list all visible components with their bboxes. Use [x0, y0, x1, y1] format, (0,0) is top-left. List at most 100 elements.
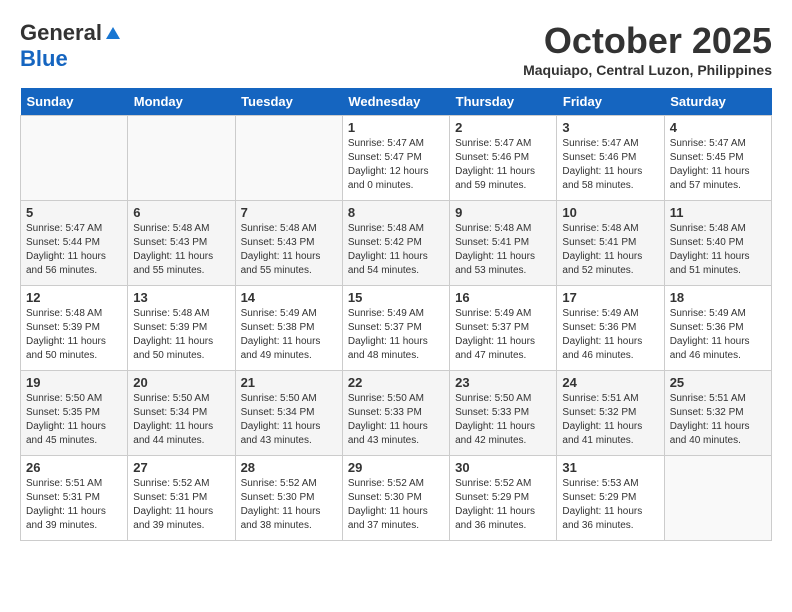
calendar-cell: 25Sunrise: 5:51 AM Sunset: 5:32 PM Dayli… [664, 371, 771, 456]
calendar-cell: 15 Sunrise: 5:49 AM Sunset: 5:37 PM Dayli… [342, 286, 449, 371]
logo-general: General [20, 20, 102, 46]
day-info: Sunrise: 5:52 AM Sunset: 5:30 PM Dayligh… [348, 477, 444, 533]
calendar-cell: 19 Sunrise: 5:50 AM Sunset: 5:35 PM Dayli… [21, 371, 128, 456]
calendar-cell: 1Sunrise: 5:47 AM Sunset: 5:47 PM Daylig… [342, 116, 449, 201]
day-info: Sunrise: 5:50 AM Sunset: 5:35 PM Dayligh… [26, 392, 122, 448]
location: Maquiapo, Central Luzon, Philippines [523, 62, 772, 78]
calendar-week-1: 1Sunrise: 5:47 AM Sunset: 5:47 PM Daylig… [21, 116, 772, 201]
calendar-cell [664, 456, 771, 541]
calendar-cell: 29 Sunrise: 5:52 AM Sunset: 5:30 PM Dayli… [342, 456, 449, 541]
calendar-cell: 12 Sunrise: 5:48 AM Sunset: 5:39 PM Dayli… [21, 286, 128, 371]
calendar-cell: 7Sunrise: 5:48 AM Sunset: 5:43 PM Daylig… [235, 201, 342, 286]
day-info: Sunrise: 5:48 AM Sunset: 5:43 PM Dayligh… [241, 222, 337, 278]
calendar-cell: 17 Sunrise: 5:49 AM Sunset: 5:36 PM Dayli… [557, 286, 664, 371]
calendar-cell: 27Sunrise: 5:52 AM Sunset: 5:31 PM Dayli… [128, 456, 235, 541]
logo: General Blue [20, 20, 122, 72]
calendar-cell: 2 Sunrise: 5:47 AM Sunset: 5:46 PM Daylig… [450, 116, 557, 201]
day-info: Sunrise: 5:50 AM Sunset: 5:33 PM Dayligh… [348, 392, 444, 448]
calendar-cell: 5Sunrise: 5:47 AM Sunset: 5:44 PM Daylig… [21, 201, 128, 286]
calendar-cell: 10 Sunrise: 5:48 AM Sunset: 5:41 PM Dayli… [557, 201, 664, 286]
day-info: Sunrise: 5:52 AM Sunset: 5:29 PM Dayligh… [455, 477, 551, 533]
day-header-thursday: Thursday [450, 88, 557, 116]
calendar-cell: 30 Sunrise: 5:52 AM Sunset: 5:29 PM Dayli… [450, 456, 557, 541]
calendar-header-row: SundayMondayTuesdayWednesdayThursdayFrid… [21, 88, 772, 116]
day-info: Sunrise: 5:52 AM Sunset: 5:30 PM Dayligh… [241, 477, 337, 533]
day-number: 4 [670, 120, 766, 135]
day-number: 18 [670, 290, 766, 305]
day-info: Sunrise: 5:48 AM Sunset: 5:39 PM Dayligh… [26, 307, 122, 363]
day-number: 27 [133, 460, 229, 475]
day-number: 13 [133, 290, 229, 305]
day-info: Sunrise: 5:51 AM Sunset: 5:31 PM Dayligh… [26, 477, 122, 533]
calendar-cell: 21 Sunrise: 5:50 AM Sunset: 5:34 PM Dayli… [235, 371, 342, 456]
day-info: Sunrise: 5:48 AM Sunset: 5:41 PM Dayligh… [455, 222, 551, 278]
calendar-cell: 9 Sunrise: 5:48 AM Sunset: 5:41 PM Daylig… [450, 201, 557, 286]
day-info: Sunrise: 5:51 AM Sunset: 5:32 PM Dayligh… [670, 392, 766, 448]
day-info: Sunrise: 5:48 AM Sunset: 5:39 PM Dayligh… [133, 307, 229, 363]
calendar-week-5: 26Sunrise: 5:51 AM Sunset: 5:31 PM Dayli… [21, 456, 772, 541]
day-number: 9 [455, 205, 551, 220]
day-info: Sunrise: 5:50 AM Sunset: 5:34 PM Dayligh… [241, 392, 337, 448]
day-number: 29 [348, 460, 444, 475]
calendar-cell: 18 Sunrise: 5:49 AM Sunset: 5:36 PM Dayli… [664, 286, 771, 371]
day-info: Sunrise: 5:49 AM Sunset: 5:37 PM Dayligh… [455, 307, 551, 363]
day-info: Sunrise: 5:49 AM Sunset: 5:36 PM Dayligh… [562, 307, 658, 363]
day-header-tuesday: Tuesday [235, 88, 342, 116]
calendar-table: SundayMondayTuesdayWednesdayThursdayFrid… [20, 88, 772, 541]
calendar-cell: 26Sunrise: 5:51 AM Sunset: 5:31 PM Dayli… [21, 456, 128, 541]
day-number: 5 [26, 205, 122, 220]
day-number: 31 [562, 460, 658, 475]
calendar-week-4: 19 Sunrise: 5:50 AM Sunset: 5:35 PM Dayli… [21, 371, 772, 456]
day-number: 22 [348, 375, 444, 390]
day-info: Sunrise: 5:50 AM Sunset: 5:33 PM Dayligh… [455, 392, 551, 448]
day-info: Sunrise: 5:48 AM Sunset: 5:42 PM Dayligh… [348, 222, 444, 278]
title-section: October 2025 Maquiapo, Central Luzon, Ph… [523, 20, 772, 78]
day-info: Sunrise: 5:48 AM Sunset: 5:40 PM Dayligh… [670, 222, 766, 278]
day-number: 12 [26, 290, 122, 305]
calendar-cell: 4 Sunrise: 5:47 AM Sunset: 5:45 PM Daylig… [664, 116, 771, 201]
day-number: 17 [562, 290, 658, 305]
day-info: Sunrise: 5:49 AM Sunset: 5:36 PM Dayligh… [670, 307, 766, 363]
day-info: Sunrise: 5:49 AM Sunset: 5:38 PM Dayligh… [241, 307, 337, 363]
month-title: October 2025 [523, 20, 772, 62]
day-header-sunday: Sunday [21, 88, 128, 116]
day-header-saturday: Saturday [664, 88, 771, 116]
calendar-cell: 23 Sunrise: 5:50 AM Sunset: 5:33 PM Dayli… [450, 371, 557, 456]
day-info: Sunrise: 5:47 AM Sunset: 5:46 PM Dayligh… [455, 137, 551, 193]
calendar-cell [235, 116, 342, 201]
day-number: 19 [26, 375, 122, 390]
day-number: 2 [455, 120, 551, 135]
calendar-cell: 8 Sunrise: 5:48 AM Sunset: 5:42 PM Daylig… [342, 201, 449, 286]
day-number: 1 [348, 120, 444, 135]
day-number: 8 [348, 205, 444, 220]
calendar-week-3: 12 Sunrise: 5:48 AM Sunset: 5:39 PM Dayli… [21, 286, 772, 371]
page-header: General Blue October 2025 Maquiapo, Cent… [20, 20, 772, 78]
day-number: 10 [562, 205, 658, 220]
logo-blue: Blue [20, 46, 68, 72]
day-number: 23 [455, 375, 551, 390]
day-number: 28 [241, 460, 337, 475]
calendar-cell: 3 Sunrise: 5:47 AM Sunset: 5:46 PM Daylig… [557, 116, 664, 201]
day-info: Sunrise: 5:49 AM Sunset: 5:37 PM Dayligh… [348, 307, 444, 363]
day-number: 20 [133, 375, 229, 390]
day-info: Sunrise: 5:47 AM Sunset: 5:46 PM Dayligh… [562, 137, 658, 193]
day-number: 30 [455, 460, 551, 475]
day-header-wednesday: Wednesday [342, 88, 449, 116]
day-info: Sunrise: 5:50 AM Sunset: 5:34 PM Dayligh… [133, 392, 229, 448]
calendar-cell: 20 Sunrise: 5:50 AM Sunset: 5:34 PM Dayli… [128, 371, 235, 456]
day-info: Sunrise: 5:48 AM Sunset: 5:43 PM Dayligh… [133, 222, 229, 278]
calendar-cell: 24Sunrise: 5:51 AM Sunset: 5:32 PM Dayli… [557, 371, 664, 456]
day-number: 21 [241, 375, 337, 390]
calendar-cell: 28 Sunrise: 5:52 AM Sunset: 5:30 PM Dayli… [235, 456, 342, 541]
calendar-cell: 22 Sunrise: 5:50 AM Sunset: 5:33 PM Dayli… [342, 371, 449, 456]
day-number: 15 [348, 290, 444, 305]
calendar-cell: 11Sunrise: 5:48 AM Sunset: 5:40 PM Dayli… [664, 201, 771, 286]
day-number: 24 [562, 375, 658, 390]
day-info: Sunrise: 5:47 AM Sunset: 5:45 PM Dayligh… [670, 137, 766, 193]
calendar-cell: 6 Sunrise: 5:48 AM Sunset: 5:43 PM Daylig… [128, 201, 235, 286]
day-info: Sunrise: 5:48 AM Sunset: 5:41 PM Dayligh… [562, 222, 658, 278]
calendar-cell: 31 Sunrise: 5:53 AM Sunset: 5:29 PM Dayli… [557, 456, 664, 541]
day-number: 6 [133, 205, 229, 220]
day-number: 3 [562, 120, 658, 135]
day-info: Sunrise: 5:53 AM Sunset: 5:29 PM Dayligh… [562, 477, 658, 533]
